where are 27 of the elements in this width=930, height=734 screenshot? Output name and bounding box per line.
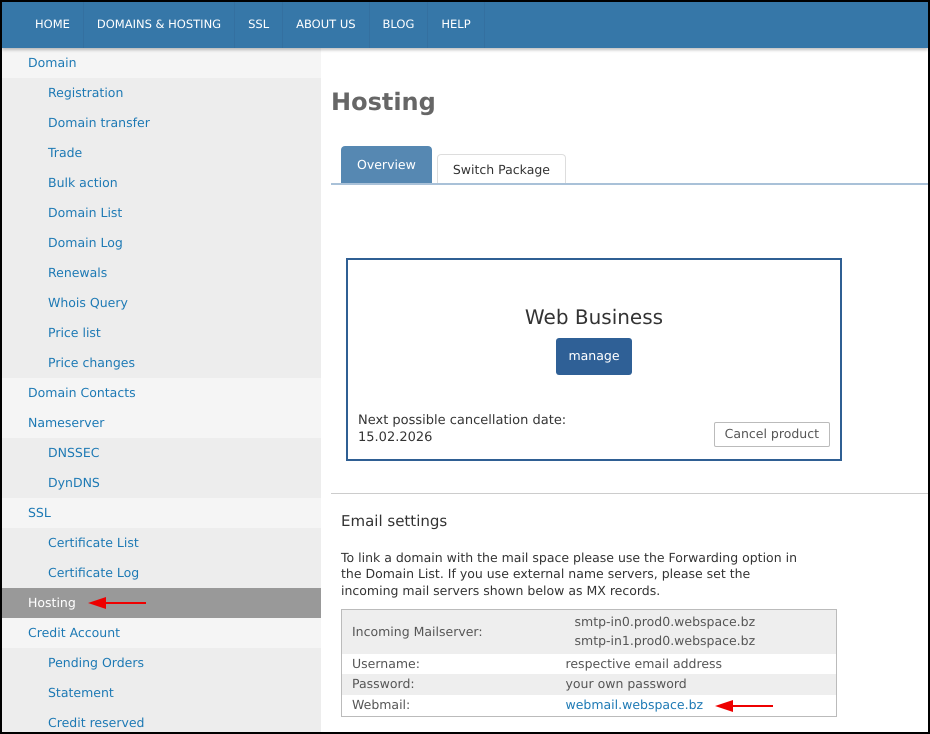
sidebar-item[interactable]: Domain [2,48,321,78]
sidebar-item[interactable]: Hosting [2,588,321,618]
webmail-link[interactable]: webmail.webspace.bz [566,697,704,712]
sidebar-item[interactable]: SSL [2,498,321,528]
sidebar-item[interactable]: Nameserver [2,408,321,438]
cancel-product-button[interactable]: Cancel product [714,422,830,447]
product-name: Web Business [524,304,664,331]
description-text: To link a domain with the mail space please use the Forwarding option in the Domain List. If you use external name servers, please set the incoming mail servers shown below as MX records. [341,550,798,600]
page-title: Hosting [331,87,437,118]
sidebar-item[interactable]: Credit Account [2,618,321,648]
nav-link[interactable]: BLOG [370,2,428,48]
arrow-icon [88,597,146,609]
sidebar-item[interactable]: Domain Contacts [2,378,321,408]
field-value: your own password [564,674,836,696]
nav-link[interactable]: HELP [428,2,485,48]
cancellation-label: Next possible cancellation date: [358,413,566,428]
tab[interactable]: Switch Package [436,154,566,183]
tab[interactable]: Overview [341,146,432,183]
arrow-icon [715,700,774,712]
cancellation-date: 15.02.2026 [358,430,432,446]
section-heading: Email settings [341,511,448,532]
field-label: Webmail: [342,695,564,716]
field-label: Password: [342,674,564,696]
field-label: Username: [342,654,564,674]
manage-button[interactable]: manage [556,338,632,375]
field-label: Incoming Mailserver: [342,610,564,654]
field-value: respective email address [564,654,836,674]
